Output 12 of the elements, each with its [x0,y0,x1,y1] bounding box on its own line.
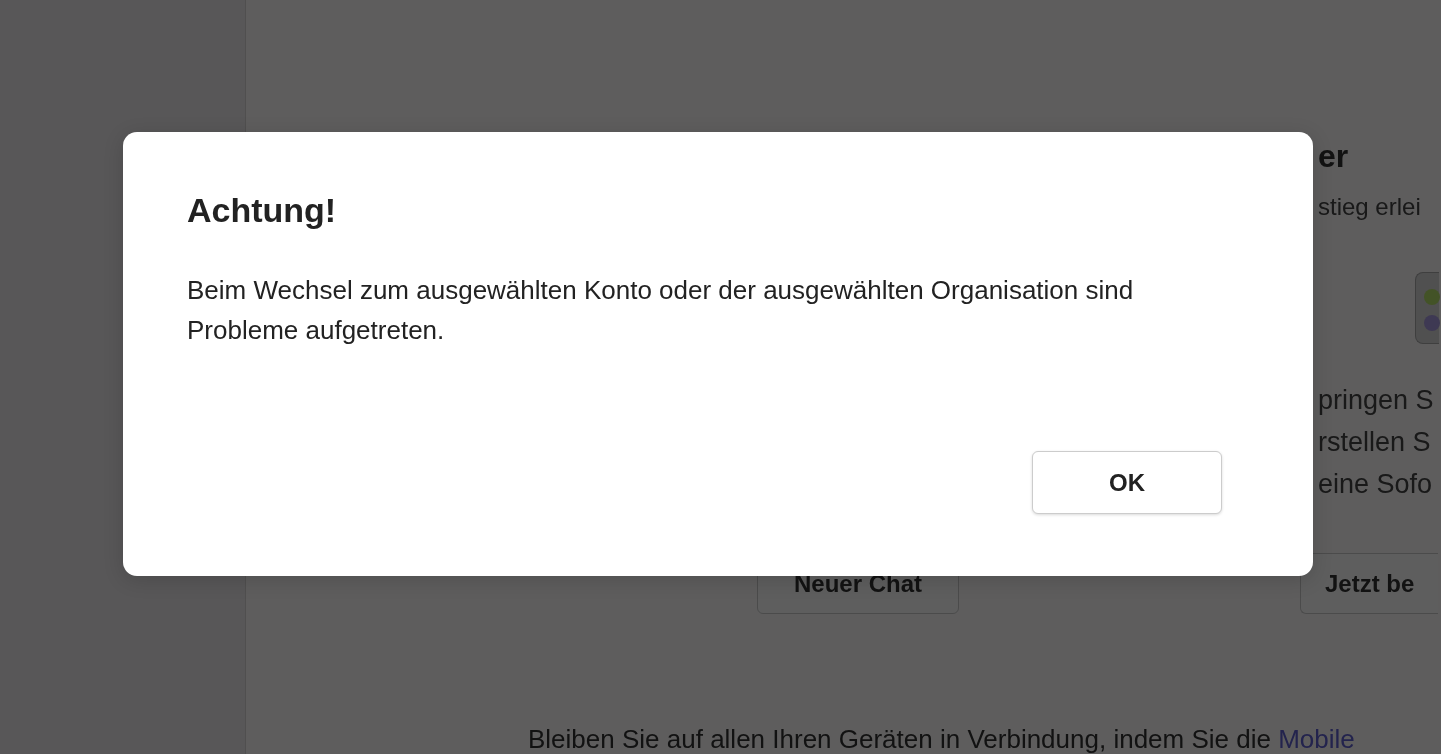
action-button[interactable]: Jetzt be [1300,553,1439,614]
section-subtitle: stieg erlei [1318,192,1422,222]
footer-text: Bleiben Sie auf allen Ihren Geräten in Verbindung, indem Sie die Mobile [527,724,1356,754]
description-text: pringen S [1318,384,1435,417]
description-text: eine Sofo [1318,468,1434,501]
mobile-link[interactable]: Mobile [1278,724,1355,754]
illustration-drawing [1415,272,1439,344]
description-text: rstellen S [1318,426,1432,459]
section-heading: er [1318,137,1350,176]
ok-button[interactable]: OK [1032,451,1222,514]
dialog-message: Beim Wechsel zum ausgewählten Konto oder der ausgewählten Organisation sind Probleme aufgetreten. [187,274,1135,347]
dialog-title: Achtung! [187,190,338,230]
